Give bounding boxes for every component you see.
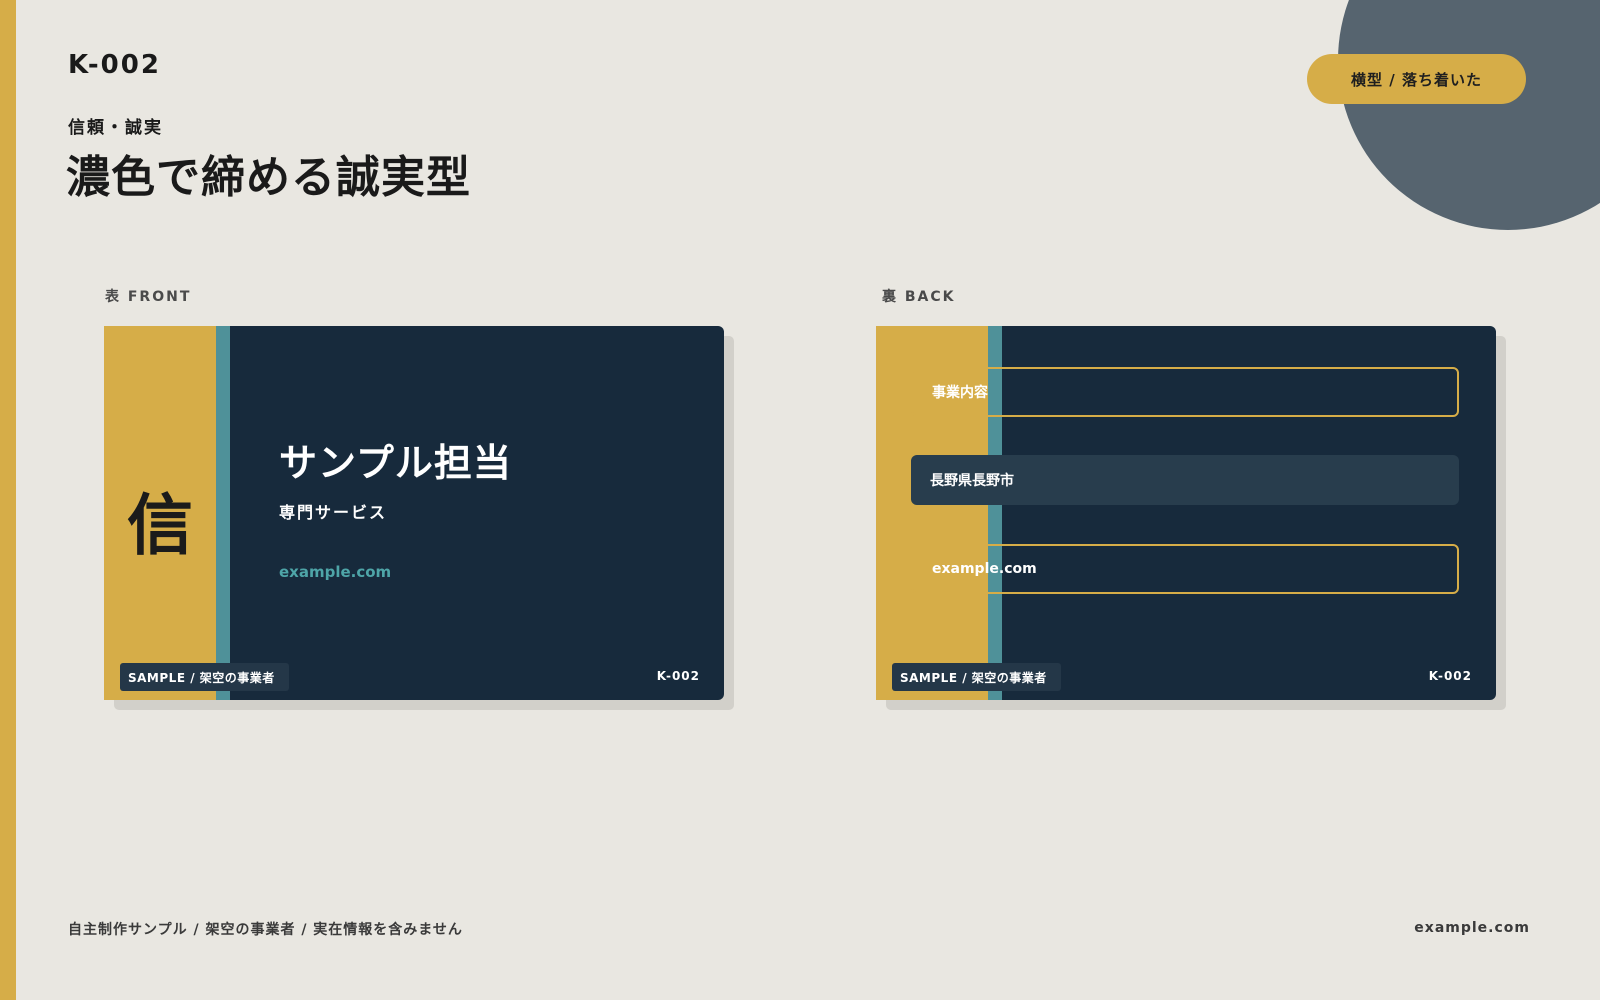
sample-badge: SAMPLE / 架空の事業者 [892, 663, 1061, 691]
footer-url: example.com [1414, 920, 1530, 936]
page-title: 濃色で締める誠実型 [66, 152, 471, 203]
back-card-face: 事業内容 長野県長野市 example.com SAMPLE / 架空の事業者 … [876, 326, 1496, 700]
front-url: example.com [279, 563, 392, 581]
front-card: 信 サンプル担当 専門サービス example.com SAMPLE / 架空の… [104, 326, 734, 710]
left-accent-bar [0, 0, 16, 1000]
card-code: K-002 [1428, 669, 1472, 683]
category-label: 信頼・誠実 [68, 118, 163, 138]
card-code: K-002 [656, 669, 700, 683]
front-name: サンプル担当 [279, 441, 512, 485]
corner-decoration-circle [1338, 0, 1600, 230]
front-card-face: 信 サンプル担当 専門サービス example.com SAMPLE / 架空の… [104, 326, 724, 700]
style-tag: 横型 / 落ち着いた [1307, 54, 1526, 104]
back-url: example.com [932, 561, 1037, 577]
footer-note: 自主制作サンプル / 架空の事業者 / 実在情報を含みません [68, 922, 463, 938]
back-business: 事業内容 [932, 385, 988, 401]
back-address: 長野県長野市 [930, 473, 1014, 489]
sample-badge: SAMPLE / 架空の事業者 [120, 663, 289, 691]
back-url-box: example.com [911, 544, 1459, 594]
front-kanji: 信 [127, 487, 193, 564]
back-card: 事業内容 長野県長野市 example.com SAMPLE / 架空の事業者 … [876, 326, 1506, 710]
front-service: 専門サービス [279, 503, 388, 522]
template-code: K-002 [68, 50, 161, 80]
teal-strip [216, 326, 230, 700]
front-label: 表 FRONT [105, 289, 192, 305]
back-address-box: 長野県長野市 [911, 455, 1459, 505]
back-label: 裏 BACK [882, 289, 956, 305]
back-business-box: 事業内容 [911, 367, 1459, 417]
